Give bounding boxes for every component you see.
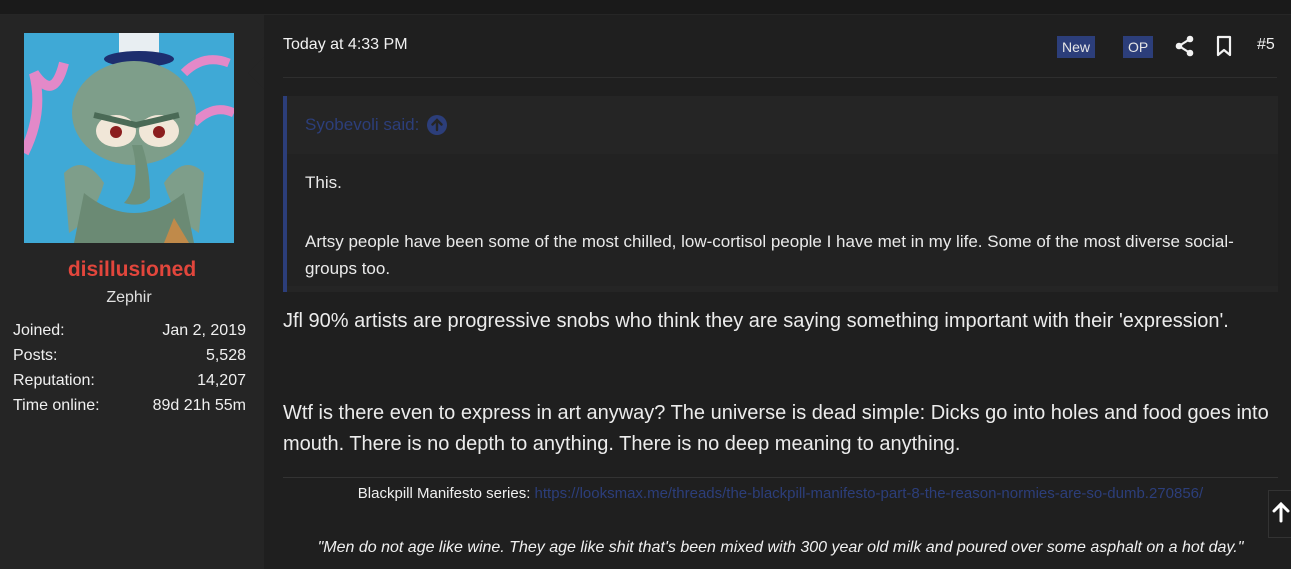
user-title: Zephir [106, 289, 152, 306]
quote-block: Syobevoli said: This. Artsy people have … [283, 96, 1278, 292]
quote-text: Artsy people have been some of the most … [305, 232, 1234, 278]
top-bar [0, 0, 1291, 15]
user-stats: Joined: Jan 2, 2019 Posts: 5,528 Reputat… [13, 318, 246, 418]
stat-label: Joined: [13, 322, 65, 339]
avatar[interactable] [24, 33, 234, 243]
new-badge: New [1057, 36, 1096, 58]
stat-label: Reputation: [13, 372, 95, 389]
scroll-top-icon [1272, 501, 1290, 523]
stat-value: 5,528 [205, 347, 246, 364]
stat-time-online: Time online: 89d 21h 55m [13, 393, 246, 418]
signature: Blackpill Manifesto series: https://look… [283, 483, 1278, 504]
stat-reputation: Reputation: 14,207 [13, 368, 246, 393]
post-body: Today at 4:33 PM New OP #5 Syobevoli sai… [248, 15, 1291, 569]
username[interactable]: disillusioned [0, 258, 264, 282]
scroll-top-button[interactable] [1268, 490, 1291, 538]
divider [283, 77, 1277, 78]
post-paragraph: Wtf is there even to express in art anyw… [283, 402, 1269, 455]
post-number-link[interactable]: #5 [1257, 36, 1275, 54]
quote-header[interactable]: Syobevoli said: [305, 115, 448, 135]
signature-label: Blackpill Manifesto series: [357, 485, 531, 502]
stat-label: Time online: [13, 397, 100, 414]
signature-quote: "Men do not age like wine. They age like… [317, 539, 1244, 556]
stat-label: Posts: [13, 347, 58, 364]
bookmark-icon[interactable] [1215, 35, 1233, 57]
signature-link[interactable]: https://looksmax.me/threads/the-blackpil… [535, 485, 1204, 502]
stat-joined: Joined: Jan 2, 2019 [13, 318, 246, 343]
stat-value: 89d 21h 55m [152, 397, 246, 414]
op-badge: OP [1123, 36, 1154, 58]
user-sidebar: disillusioned Zephir Joined: Jan 2, 2019… [0, 15, 264, 569]
stat-value: 14,207 [197, 372, 246, 389]
share-icon[interactable] [1174, 35, 1196, 57]
sidebar-pointer [248, 57, 264, 89]
stat-value: Jan 2, 2019 [162, 322, 246, 339]
quote-content: This. Artsy people have been some of the… [287, 154, 1278, 286]
quote-author[interactable]: Syobevoli said: [305, 115, 419, 135]
stat-posts: Posts: 5,528 [13, 343, 246, 368]
post-date[interactable]: Today at 4:33 PM [283, 36, 408, 54]
post-paragraph: Jfl 90% artists are progressive snobs wh… [283, 310, 1229, 332]
arrow-up-circle-icon[interactable] [427, 115, 448, 135]
quote-text: This. [305, 173, 342, 192]
signature-divider [283, 477, 1278, 478]
